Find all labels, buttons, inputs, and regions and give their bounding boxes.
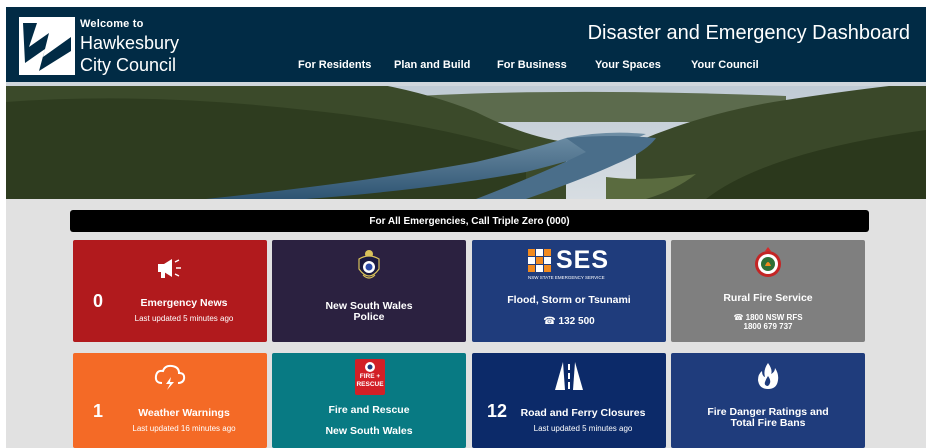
ses-title: Flood, Storm or Tsunami	[507, 294, 631, 306]
nsw-police-title-line2: Police	[353, 311, 385, 323]
fire-rescue-title-line2: New South Wales	[325, 425, 413, 437]
megaphone-icon	[158, 259, 181, 278]
rfs-badge-icon	[755, 247, 781, 277]
phone-icon: ☎	[543, 316, 556, 327]
road-icon	[555, 362, 583, 390]
hero-river-image	[6, 82, 926, 199]
ses-phone: ☎ 132 500	[472, 316, 666, 327]
fire-rescue-badge-line1: FIRE +	[359, 373, 381, 380]
flame-icon	[758, 363, 779, 389]
fire-rescue-badge-icon: FIRE + RESCUE	[355, 359, 385, 395]
tile-road-ferry-closures[interactable]: 12 Road and Ferry Closures Last updated …	[472, 353, 666, 448]
nav-for-residents[interactable]: For Residents	[298, 59, 371, 71]
emergency-news-title: Emergency News	[140, 297, 228, 309]
site-header: Welcome to Hawkesbury City Council Disas…	[6, 7, 926, 82]
fire-rescue-badge-line2: RESCUE	[356, 381, 384, 388]
tile-fire-and-rescue[interactable]: FIRE + RESCUE Fire and Rescue New South …	[272, 353, 466, 448]
road-closures-title: Road and Ferry Closures	[520, 407, 646, 419]
ses-logo-icon	[528, 249, 551, 272]
nav-plan-and-build[interactable]: Plan and Build	[394, 59, 470, 71]
ses-logo-text: SES	[556, 246, 610, 274]
fire-rescue-title-line1: Fire and Rescue	[328, 404, 410, 416]
ses-logo-subtext: NSW STATE EMERGENCY SERVICE	[528, 275, 605, 280]
brand-name-line1: Hawkesbury	[80, 33, 180, 53]
nav-for-business[interactable]: For Business	[497, 59, 567, 71]
tile-fire-danger-ratings[interactable]: Fire Danger Ratings and Total Fire Bans	[671, 353, 865, 448]
nav-your-spaces[interactable]: Your Spaces	[595, 59, 661, 71]
rfs-phone-line1: ☎ 1800 NSW RFS	[733, 313, 803, 322]
emergency-call-banner: For All Emergencies, Call Triple Zero (0…	[70, 210, 869, 232]
emergency-news-updated: Last updated 5 minutes ago	[134, 314, 234, 323]
tile-ses-flood-storm[interactable]: SES NSW STATE EMERGENCY SERVICE Flood, S…	[472, 240, 666, 342]
tile-rural-fire-service[interactable]: Rural Fire Service ☎ 1800 NSW RFS 1800 6…	[671, 240, 865, 342]
page-frame: Welcome to Hawkesbury City Council Disas…	[6, 7, 926, 448]
phone-icon: ☎	[733, 313, 744, 322]
nav-your-council[interactable]: Your Council	[691, 59, 759, 71]
weather-warnings-title: Weather Warnings	[138, 407, 230, 419]
rfs-title: Rural Fire Service	[723, 292, 813, 304]
storm-cloud-icon	[154, 364, 186, 390]
road-closures-updated: Last updated 5 minutes ago	[533, 424, 633, 433]
tile-nsw-police[interactable]: New South Wales Police	[272, 240, 466, 342]
tile-emergency-news[interactable]: 0 Emergency News Last updated 5 minutes …	[73, 240, 267, 342]
police-badge-icon	[358, 250, 380, 279]
dashboard-title: Disaster and Emergency Dashboard	[587, 22, 910, 44]
rfs-phone-line2: 1800 679 737	[743, 322, 793, 331]
ses-phone-number: 132 500	[558, 316, 595, 327]
tile-weather-warnings[interactable]: 1 Weather Warnings Last updated 16 minut…	[73, 353, 267, 448]
brand-welcome: Welcome to	[80, 18, 144, 30]
weather-warnings-updated: Last updated 16 minutes ago	[132, 424, 236, 433]
fire-danger-title-line2: Total Fire Bans	[730, 417, 806, 429]
main-nav: For Residents Plan and Build For Busines…	[6, 59, 926, 75]
